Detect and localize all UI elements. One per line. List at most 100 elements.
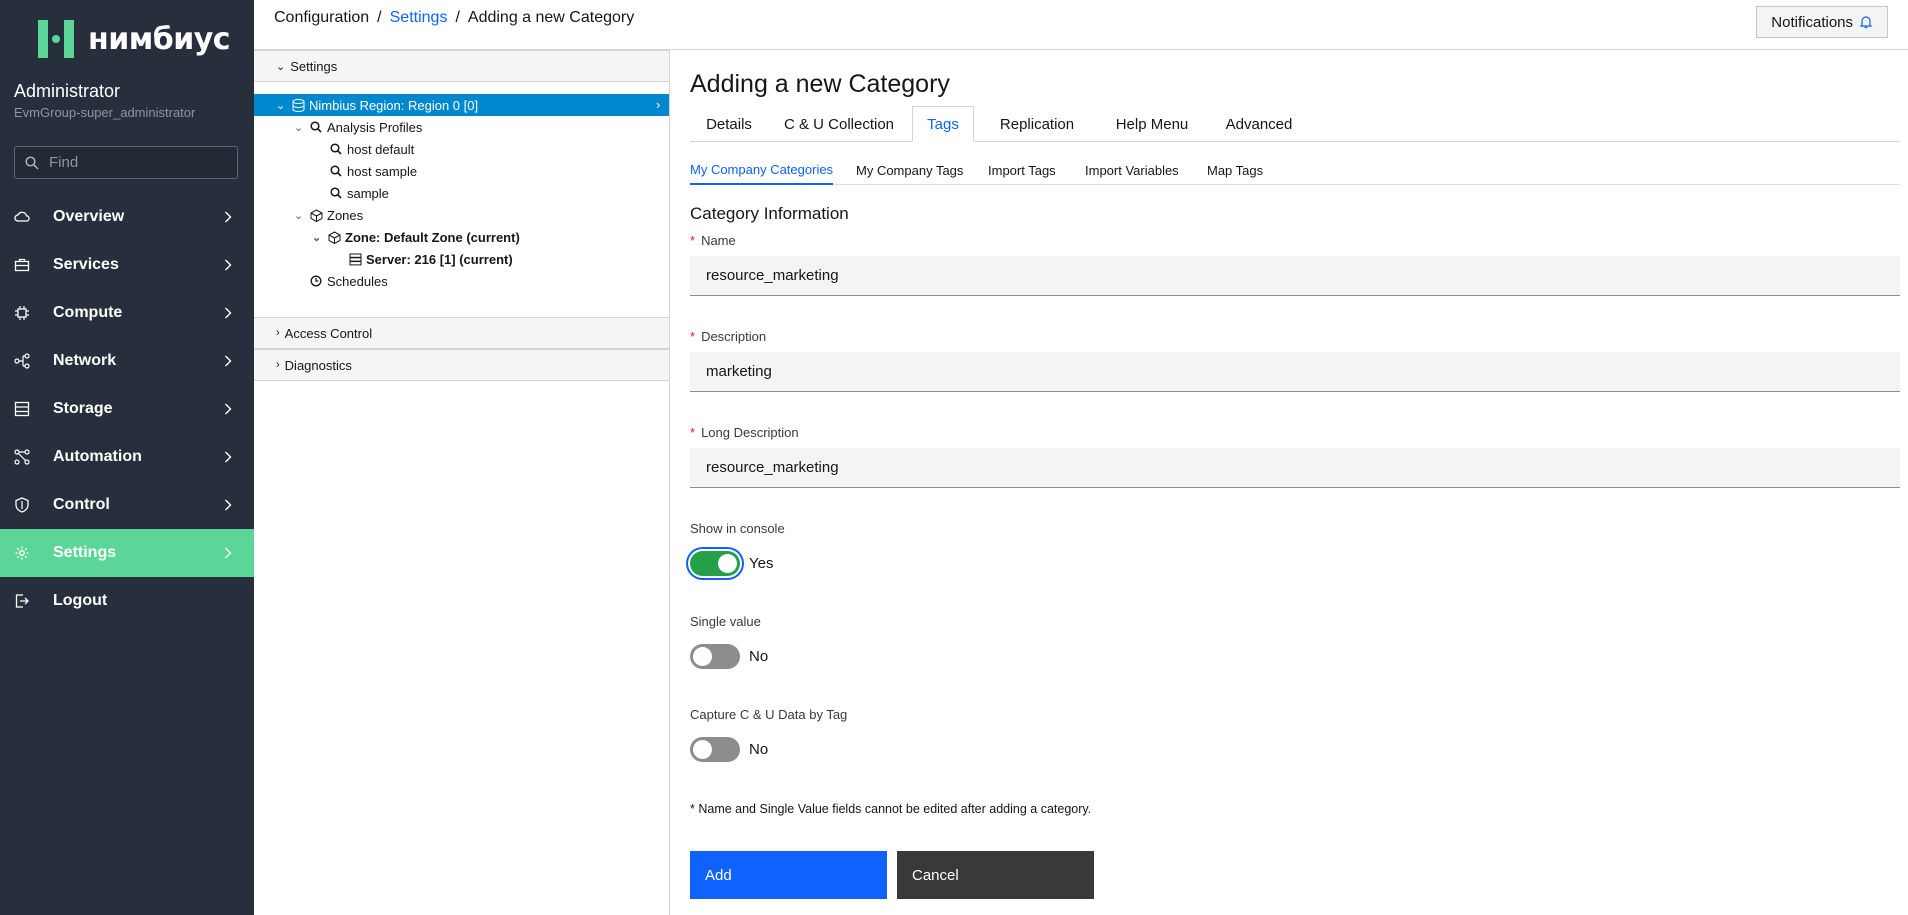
- chevron-right-icon: [225, 499, 232, 511]
- logout-icon: [15, 594, 29, 608]
- nav-item-compute[interactable]: Compute: [0, 289, 254, 337]
- tab-tags[interactable]: Tags: [912, 106, 974, 142]
- long-description-input[interactable]: [690, 448, 1900, 488]
- cloud-icon: [14, 211, 30, 222]
- nav-search-input[interactable]: [49, 154, 229, 171]
- tab-help-menu[interactable]: Help Menu: [1098, 106, 1206, 142]
- nav-label: Storage: [53, 400, 113, 417]
- tab-replication[interactable]: Replication: [976, 106, 1098, 142]
- chevron-down-icon: ⌄: [294, 209, 304, 222]
- gear-icon: [15, 546, 29, 560]
- briefcase-icon: [14, 258, 30, 272]
- accordion-settings[interactable]: ⌄ Settings: [254, 50, 669, 82]
- nav-item-overview[interactable]: Overview: [0, 193, 254, 241]
- storage-icon: [14, 401, 30, 417]
- chevron-down-icon: ⌄: [294, 121, 304, 134]
- nav-item-logout[interactable]: Logout: [0, 577, 254, 625]
- tree-label: host default: [347, 141, 415, 157]
- tree-item-zone-default[interactable]: ⌄ Zone: Default Zone (current): [312, 227, 520, 247]
- tree-item-region[interactable]: ⌄ Nimbius Region: Region 0 [0]: [276, 95, 478, 115]
- nav-label: Automation: [53, 448, 142, 465]
- chip-icon: [15, 306, 29, 320]
- zone-icon: [308, 208, 324, 222]
- accordion-label: Settings: [290, 58, 338, 74]
- tree-item-profile[interactable]: sample: [328, 183, 389, 203]
- subtab-my-company-categories[interactable]: My Company Categories: [690, 155, 834, 185]
- network-icon: [14, 353, 30, 369]
- tree-item-profile[interactable]: host default: [328, 139, 414, 159]
- accordion-diagnostics[interactable]: › Diagnostics: [254, 349, 669, 381]
- tree-label: Analysis Profiles: [327, 119, 423, 135]
- nav-label: Control: [53, 496, 110, 513]
- nav-label: Network: [53, 352, 117, 369]
- nav-item-services[interactable]: Services: [0, 241, 254, 289]
- breadcrumb-settings-link[interactable]: Settings: [390, 9, 448, 27]
- tree-item-server[interactable]: Server: 216 [1] (current): [347, 249, 513, 269]
- footnote: * Name and Single Value fields cannot be…: [690, 802, 1092, 816]
- accordion-label: Diagnostics: [284, 357, 352, 373]
- chevron-right-icon: [225, 547, 232, 559]
- nav-item-automation[interactable]: Automation: [0, 433, 254, 481]
- brand-name: нимбиус: [88, 21, 231, 57]
- label-text: Name: [701, 233, 736, 248]
- required-mark: *: [690, 329, 696, 344]
- nav-label: Settings: [53, 544, 117, 561]
- show-in-console-state: Yes: [749, 555, 774, 572]
- subtab-my-company-tags[interactable]: My Company Tags: [856, 155, 963, 185]
- nav-item-storage[interactable]: Storage: [0, 385, 254, 433]
- tab-details[interactable]: Details: [690, 106, 768, 142]
- tree-label: host sample: [347, 163, 418, 179]
- name-label: * Name: [690, 233, 736, 248]
- chevron-right-icon: ›: [656, 97, 661, 112]
- chevron-right-icon: ›: [276, 359, 280, 371]
- nav-item-control[interactable]: Control: [0, 481, 254, 529]
- zone-icon: [326, 230, 342, 244]
- required-mark: *: [690, 233, 696, 248]
- brand-logo[interactable]: нимбиус: [32, 16, 231, 62]
- search-icon: [25, 155, 39, 170]
- nav-item-settings[interactable]: Settings: [0, 529, 254, 577]
- chevron-right-icon: [225, 355, 232, 367]
- tab-advanced[interactable]: Advanced: [1206, 106, 1312, 142]
- nav-search: [14, 146, 238, 179]
- single-value-toggle[interactable]: [690, 644, 740, 669]
- required-mark: *: [690, 425, 696, 440]
- label-text: Description: [701, 329, 767, 344]
- tree-item-schedules[interactable]: Schedules: [308, 271, 388, 291]
- settings-tree-panel: ⌄ Settings ⌄ Nimbius Region: Region 0 [0…: [254, 50, 670, 915]
- tab-cu-collection[interactable]: C & U Collection: [768, 106, 910, 142]
- name-input[interactable]: [690, 256, 1900, 296]
- subtab-map-tags[interactable]: Map Tags: [1207, 155, 1263, 185]
- tree-label: Zone: Default Zone (current): [345, 229, 520, 245]
- tree-item-zones[interactable]: ⌄ Zones: [294, 205, 363, 225]
- add-button[interactable]: Add: [690, 851, 887, 899]
- subtab-import-variables[interactable]: Import Variables: [1085, 155, 1179, 185]
- notifications-button[interactable]: Notifications: [1756, 6, 1888, 38]
- clock-icon: [308, 274, 324, 288]
- show-in-console-toggle[interactable]: [690, 551, 740, 576]
- capture-cu-toggle[interactable]: [690, 737, 740, 762]
- nav-label: Compute: [53, 304, 123, 321]
- tree-item-analysis-profiles[interactable]: ⌄ Analysis Profiles: [294, 117, 422, 137]
- chevron-down-icon: ⌄: [276, 60, 286, 73]
- breadcrumb-separator: /: [377, 9, 382, 26]
- capture-cu-label: Capture C & U Data by Tag: [690, 707, 848, 722]
- tree-label: Zones: [327, 207, 364, 223]
- single-value-label: Single value: [690, 614, 761, 629]
- long-description-label: * Long Description: [690, 425, 799, 440]
- nav-label: Logout: [53, 592, 108, 609]
- toggle-knob: [718, 554, 737, 573]
- chevron-right-icon: ›: [276, 327, 280, 339]
- sub-tabs: My Company Categories My Company Tags Im…: [690, 155, 1900, 185]
- cancel-button[interactable]: Cancel: [897, 851, 1094, 899]
- accordion-access-control[interactable]: › Access Control: [254, 317, 669, 349]
- notifications-label: Notifications: [1771, 13, 1853, 31]
- accordion-label: Access Control: [284, 325, 373, 341]
- subtab-import-tags[interactable]: Import Tags: [988, 155, 1056, 185]
- breadcrumb-root: Configuration: [274, 9, 370, 26]
- description-input[interactable]: [690, 352, 1900, 392]
- tree-label: Nimbius Region: Region 0 [0]: [309, 97, 479, 113]
- tree-item-profile[interactable]: host sample: [328, 161, 417, 181]
- toggle-knob: [693, 647, 712, 666]
- nav-item-network[interactable]: Network: [0, 337, 254, 385]
